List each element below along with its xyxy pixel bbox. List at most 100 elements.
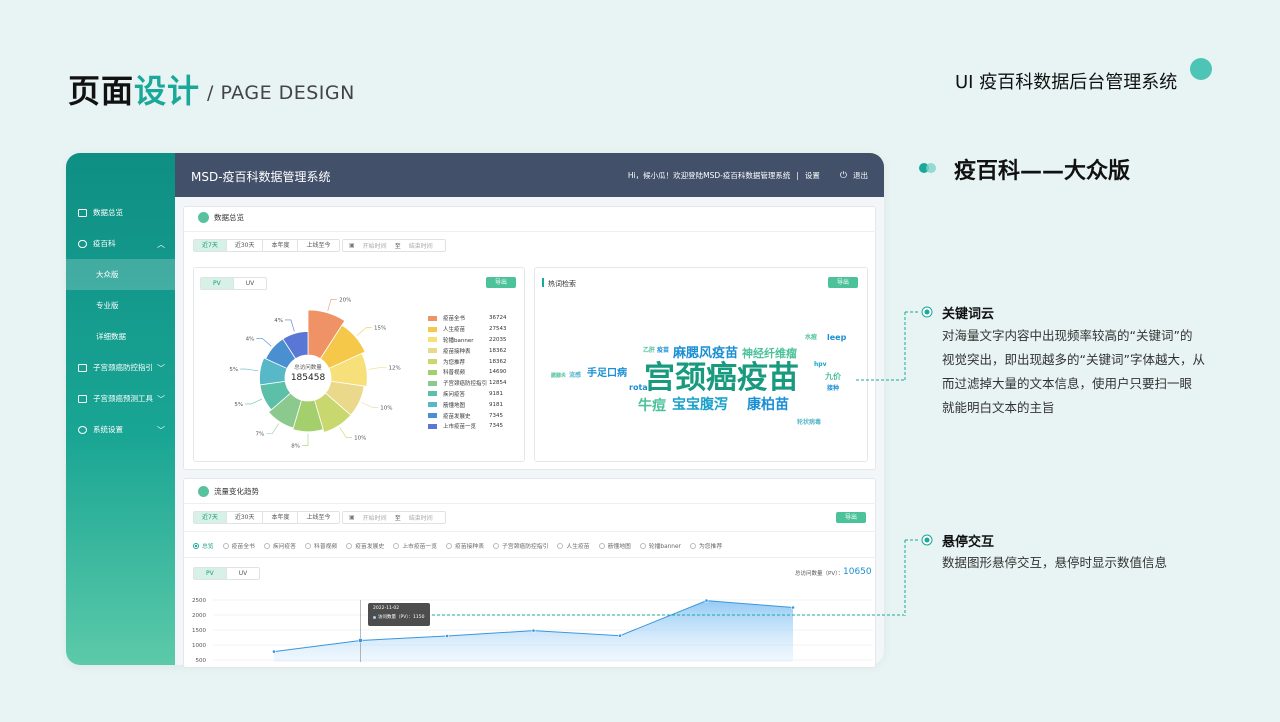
sidebar-item-label: 系统设置: [93, 425, 123, 434]
gear-icon: [78, 425, 87, 434]
cloud-word[interactable]: 水痘: [805, 335, 817, 341]
overview-title-text: 数据总览: [214, 213, 244, 222]
filter-radio[interactable]: 子宫颈癌防控指引: [493, 541, 548, 550]
legend-item[interactable]: 筋懂地图 9181: [428, 399, 507, 410]
cloud-word[interactable]: 牛痘: [638, 399, 666, 413]
legend-label: 人生疫苗: [443, 327, 466, 334]
filter-label: 筋懂地图: [607, 544, 631, 550]
data-point[interactable]: [272, 649, 276, 654]
wordcloud-export-button[interactable]: 导出: [828, 277, 858, 288]
settings-link[interactable]: 设置: [805, 170, 820, 181]
data-point[interactable]: [358, 637, 364, 643]
data-point[interactable]: [704, 598, 709, 603]
legend-swatch: [428, 423, 437, 429]
tab-all[interactable]: 上线至今: [298, 240, 338, 251]
cloud-word[interactable]: 流感: [569, 373, 581, 379]
legend-item[interactable]: 疾问疫答 9181: [428, 389, 507, 400]
legend-swatch: [428, 326, 437, 332]
sidebar-item-details[interactable]: 详细数据: [66, 321, 175, 352]
cloud-word[interactable]: 腮腺炎: [551, 374, 566, 379]
filter-radio[interactable]: 疫苗发展史: [346, 541, 384, 550]
trend-area-chart[interactable]: 2500 2000 1500 1000 500: [183, 590, 876, 665]
filter-radio[interactable]: 疫苗接种表: [446, 541, 484, 550]
data-point[interactable]: [618, 633, 622, 638]
pie-leader-line: [327, 298, 338, 311]
sidebar-item-predict[interactable]: 子宫颈癌预测工具 ﹀: [66, 383, 175, 414]
cloud-word[interactable]: leep: [827, 334, 846, 342]
filter-radio[interactable]: 筋懂地图: [598, 541, 631, 550]
cloud-word[interactable]: 接种: [827, 386, 839, 392]
filter-radio[interactable]: 科普视频: [305, 541, 337, 550]
power-icon[interactable]: ⏻: [840, 171, 847, 181]
pie-percent-label: 12%: [389, 366, 401, 372]
data-point[interactable]: [791, 605, 795, 610]
sidebar-item-yibaike[interactable]: 疫百科 ︿: [66, 228, 175, 259]
sidebar-item-public[interactable]: 大众版: [66, 259, 175, 290]
pie-leader-line: [284, 319, 295, 332]
cloud-word[interactable]: 麻腮风疫苗: [673, 347, 738, 360]
tab-pv[interactable]: PV: [194, 568, 227, 579]
filter-radio[interactable]: 疫苗全书: [222, 541, 255, 550]
legend-item[interactable]: 人生疫苗 27543: [428, 324, 507, 335]
keyword-cloud-desc: 对海量文字内容中出现频率较高的“关键词”的 视觉突出，即出现越多的“关键词”字体…: [942, 324, 1222, 420]
cloud-word[interactable]: 轮状病毒: [797, 420, 821, 426]
radio-circle-icon: [639, 542, 646, 549]
pie-icon: [198, 212, 209, 223]
cloud-word[interactable]: hpv: [814, 362, 826, 368]
y-tick-label: 2500: [192, 598, 206, 604]
tab-30days[interactable]: 近30天: [227, 512, 264, 523]
calendar-icon: ▣: [349, 514, 355, 521]
cloud-word[interactable]: 康柏苗: [747, 398, 789, 412]
legend-item[interactable]: 疫苗发展史 7345: [428, 410, 507, 421]
sidebar-item-guide[interactable]: 子宫颈癌防控指引 ﹀: [66, 352, 175, 383]
cloud-word[interactable]: 乙肝: [643, 348, 655, 354]
cloud-word[interactable]: 宝宝腹泻: [672, 398, 728, 412]
tab-all[interactable]: 上线至今: [298, 512, 338, 523]
logout-link[interactable]: 退出: [853, 170, 868, 181]
filter-radio[interactable]: 为您推荐: [689, 541, 722, 550]
tab-year[interactable]: 本年度: [263, 240, 299, 251]
filter-radio[interactable]: 总览: [193, 541, 214, 550]
date-range-picker[interactable]: ▣ 开始时间 至 结束时间: [342, 239, 446, 252]
legend-item[interactable]: 上市疫苗一览 7345: [428, 421, 507, 432]
legend-item[interactable]: 子宫颈癌防控指引 12854: [428, 378, 507, 389]
page-subheading: / PAGE DESIGN: [207, 82, 355, 104]
filter-radio[interactable]: 人生疫苗: [557, 541, 590, 550]
filter-label: 总览: [202, 544, 214, 550]
data-point[interactable]: [445, 634, 449, 638]
legend-label: 疫苗接种表: [443, 348, 471, 355]
data-point[interactable]: [531, 628, 536, 633]
cloud-word[interactable]: 手足口病: [587, 369, 627, 379]
word-cloud[interactable]: 宫颈癌疫苗 麻腮风疫苗 宝宝腹泻 康柏苗 牛痘 手足口病 神经纤维瘤 leep …: [545, 300, 857, 455]
tab-30days[interactable]: 近30天: [227, 240, 264, 251]
filter-radio[interactable]: 疾问疫答: [263, 541, 296, 550]
cloud-word[interactable]: 九价: [825, 373, 841, 381]
tab-uv[interactable]: UV: [227, 568, 259, 579]
pie-percent-label: 4%: [274, 318, 283, 324]
sidebar-item-label: 专业版: [96, 301, 119, 310]
overview-period-tabs: 近7天 近30天 本年度 上线至今: [193, 239, 340, 252]
legend-label: 上市疫苗一览: [443, 424, 477, 431]
sidebar-item-pro[interactable]: 专业版: [66, 290, 175, 321]
filter-radio[interactable]: 轮播banner: [639, 541, 681, 550]
cloud-word[interactable]: 疫苗: [657, 348, 669, 354]
trend-date-range-picker[interactable]: ▣ 开始时间 至 结束时间: [342, 511, 446, 524]
sidebar-item-overview[interactable]: 数据总览: [66, 197, 175, 228]
legend-item[interactable]: 轮播banner 22035: [428, 335, 507, 346]
legend-item[interactable]: 科普视频 14690: [428, 367, 507, 378]
divider: [183, 231, 876, 232]
sidebar-item-settings[interactable]: 系统设置 ﹀: [66, 414, 175, 445]
tab-7days[interactable]: 近7天: [194, 240, 227, 251]
cloud-word[interactable]: rota: [629, 384, 648, 392]
cloud-word[interactable]: 神经纤维瘤: [742, 348, 797, 359]
tab-year[interactable]: 本年度: [263, 512, 299, 523]
filter-radio[interactable]: 上市疫苗一览: [393, 541, 437, 550]
cloud-word[interactable]: 宫颈癌疫苗: [644, 363, 799, 394]
legend-item[interactable]: 疫苗接种表 18362: [428, 345, 507, 356]
legend-item[interactable]: 疫苗全书 36724: [428, 313, 507, 324]
pie-percent-label: 5%: [229, 367, 238, 373]
legend-label: 筋懂地图: [443, 402, 466, 409]
legend-item[interactable]: 为您推荐 18362: [428, 356, 507, 367]
legend-label: 科普视频: [443, 370, 466, 377]
tab-7days[interactable]: 近7天: [194, 512, 227, 523]
